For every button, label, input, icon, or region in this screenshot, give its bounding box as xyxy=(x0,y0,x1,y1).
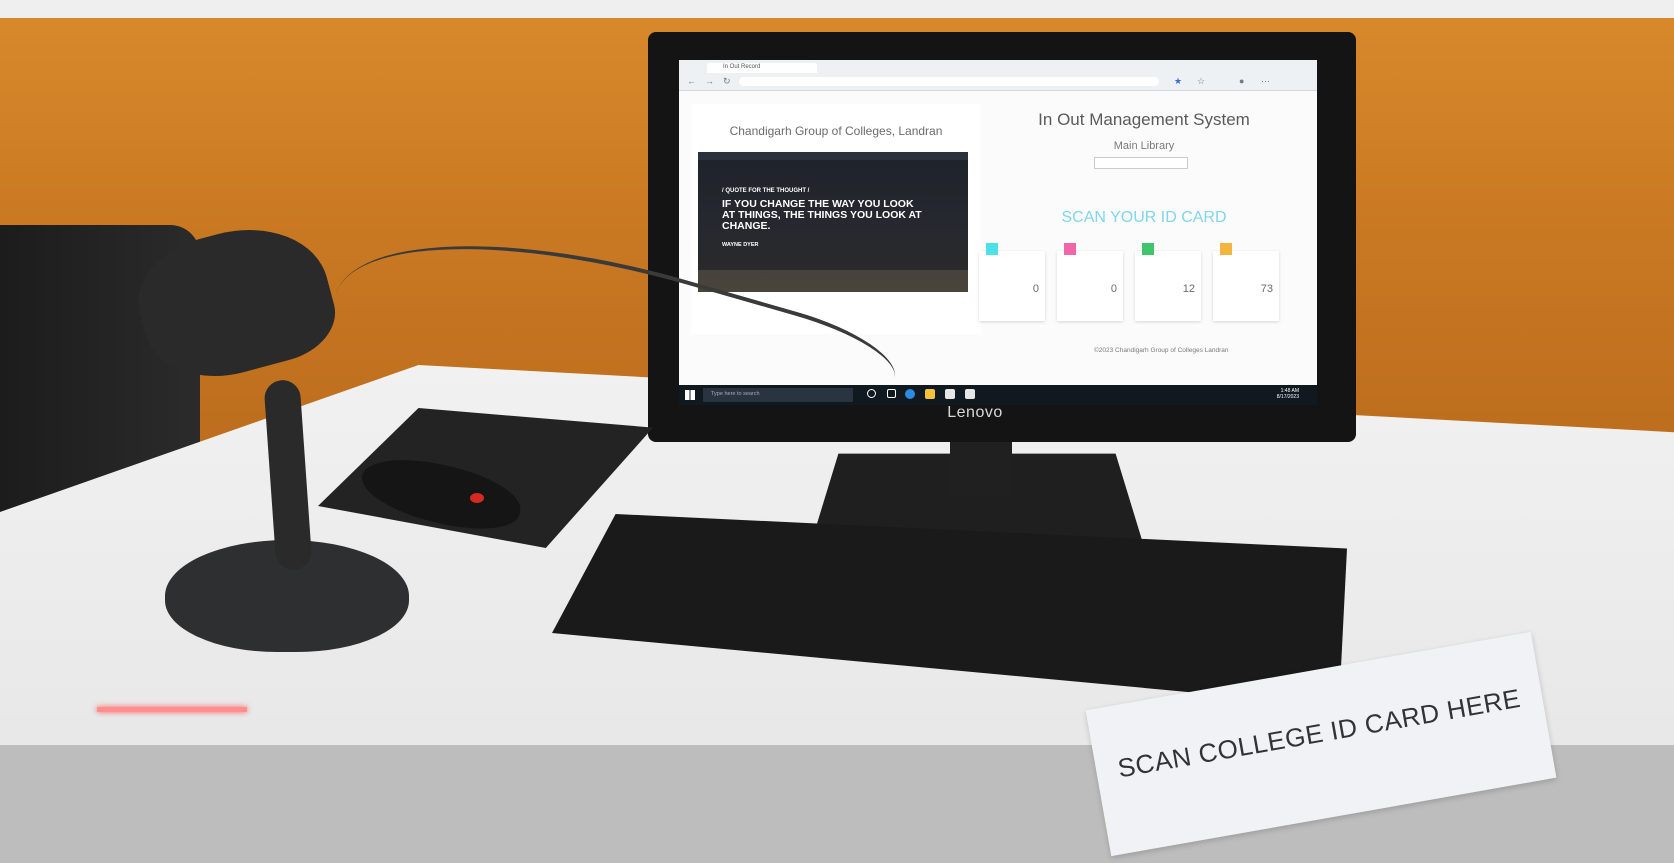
favorites-icon[interactable]: ☆ xyxy=(1197,76,1205,86)
stat-card: 0 xyxy=(1057,243,1123,321)
quote-text: IF YOU CHANGE THE WAY YOU LOOK AT THINGS… xyxy=(722,198,922,232)
mouse-red-accent xyxy=(470,493,484,503)
quote-author: WAYNE DYER xyxy=(722,242,759,248)
forward-icon[interactable]: → xyxy=(705,76,714,86)
file-explorer-icon[interactable] xyxy=(925,389,935,399)
stat-color-square xyxy=(1220,243,1232,255)
stat-color-square xyxy=(986,243,998,255)
reload-icon[interactable]: ↻ xyxy=(723,76,731,86)
page-footer: ©2023 Chandigarh Group of Colleges Landr… xyxy=(1094,347,1229,354)
stat-color-square xyxy=(1142,243,1154,255)
system-title: In Out Management System xyxy=(1038,110,1250,129)
stat-card: 0 xyxy=(979,243,1045,321)
stat-value: 0 xyxy=(1110,283,1117,295)
clock-date: 8/17/2023 xyxy=(1276,394,1299,400)
photo-scene: In Out Record ← → ↻ ★ ☆ ● ⋯ Chandigarh G… xyxy=(0,0,1674,863)
stat-value: 12 xyxy=(1182,283,1195,295)
page-right-panel: In Out Management System Main Library SC… xyxy=(979,104,1309,364)
wall-trim xyxy=(0,0,1674,18)
monitor-brand-logo: Lenovo xyxy=(947,404,1003,421)
back-icon[interactable]: ← xyxy=(687,76,696,86)
quote-kicker: / QUOTE FOR THE THOUGHT / xyxy=(722,188,810,194)
store-icon[interactable] xyxy=(945,389,955,399)
library-name: Main Library xyxy=(1113,140,1175,152)
college-name: Chandigarh Group of Colleges, Landran xyxy=(729,124,943,138)
scan-prompt: SCAN YOUR ID CARD xyxy=(1061,209,1227,226)
stat-value: 73 xyxy=(1260,283,1273,295)
browser-toolbar: In Out Record ← → ↻ ★ ☆ ● ⋯ xyxy=(679,60,1317,91)
monitor-stand-neck xyxy=(950,442,1012,497)
profile-icon[interactable]: ● xyxy=(1239,76,1244,86)
stat-card: 73 xyxy=(1213,243,1279,321)
taskbar-clock[interactable]: 1:48 AM 8/17/2023 xyxy=(1277,388,1299,400)
star-icon[interactable]: ★ xyxy=(1174,76,1182,86)
quote-image: / QUOTE FOR THE THOUGHT / IF YOU CHANGE … xyxy=(698,152,968,292)
stat-value: 0 xyxy=(1032,283,1039,295)
browser-tab[interactable]: In Out Record xyxy=(707,63,817,73)
id-scan-input[interactable] xyxy=(1094,157,1188,169)
address-bar[interactable] xyxy=(739,77,1159,86)
stat-card: 12 xyxy=(1135,243,1201,321)
scanner-laser-line xyxy=(97,707,247,712)
browser-tab-title: In Out Record xyxy=(723,64,761,70)
mail-icon[interactable] xyxy=(965,389,975,399)
stat-color-square xyxy=(1064,243,1076,255)
edge-icon[interactable] xyxy=(905,389,915,399)
more-icon[interactable]: ⋯ xyxy=(1261,76,1270,86)
